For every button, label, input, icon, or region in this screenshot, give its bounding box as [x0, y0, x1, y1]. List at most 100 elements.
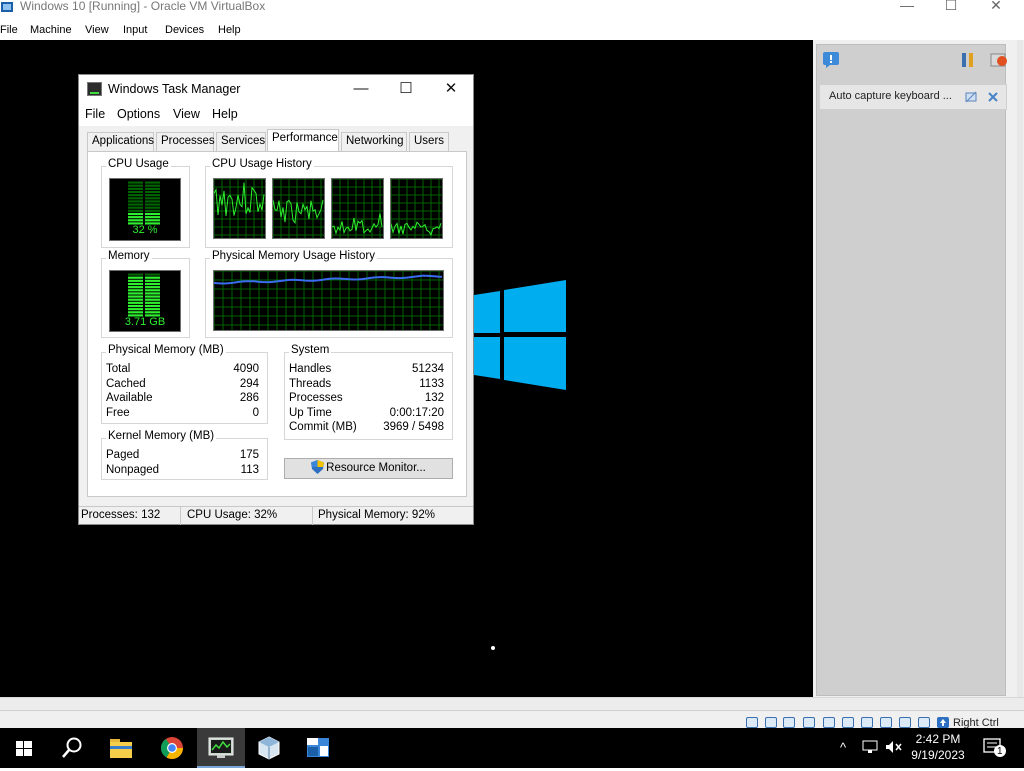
display-icon[interactable]	[861, 717, 873, 728]
vbox-menu-file[interactable]: File	[0, 24, 18, 36]
taskbar-file-explorer[interactable]	[98, 728, 146, 768]
mouse-integration-icon[interactable]	[918, 717, 930, 728]
vbox-titlebar: Windows 10 [Running] - Oracle VM Virtual…	[0, 0, 1024, 16]
taskbar-vm-window[interactable]	[294, 728, 342, 768]
physical-memory-total-value: 4090	[233, 363, 259, 375]
memory-meter-bars	[128, 273, 160, 317]
memory-label: Memory	[106, 250, 152, 262]
host-taskbar: ^ 2:42 PM 9/19/2023 1	[0, 728, 1024, 768]
cpu-meter-segment	[128, 187, 143, 190]
cpu-meter-segment	[145, 206, 160, 209]
tray-chevron-up-icon[interactable]: ^	[840, 740, 846, 755]
usb-icon[interactable]	[823, 717, 835, 728]
system-handles-value: 51234	[412, 363, 444, 375]
recording-icon[interactable]	[880, 717, 892, 728]
memory-meter-segment	[145, 295, 160, 298]
vbox-menu-view[interactable]: View	[85, 24, 109, 36]
cpu-history-graph-core-1	[213, 178, 266, 239]
physical-memory-free-value: 0	[252, 407, 259, 419]
system-group: System Handles 51234 Threads 1133 Proces…	[284, 344, 453, 440]
tab-applications[interactable]: Applications	[87, 132, 154, 151]
virtualization-icon[interactable]	[899, 717, 911, 728]
system-commit-label: Commit (MB)	[289, 421, 357, 433]
vbox-menubar: File Machine View Input Devices Help	[0, 20, 1024, 40]
vbox-close-button[interactable]: ✕	[973, 0, 1019, 15]
cpu-meter-segment	[145, 194, 160, 197]
tm-menu-options[interactable]: Options	[117, 107, 160, 121]
memory-meter-segment	[128, 304, 143, 308]
cpu-meter-bars	[128, 181, 160, 225]
do-not-show-icon[interactable]	[965, 91, 977, 103]
taskbar-virtualbox[interactable]	[245, 728, 293, 768]
memory-meter-segment	[128, 295, 143, 298]
memory-meter-segment	[128, 276, 143, 279]
resource-monitor-button[interactable]: Resource Monitor...	[284, 458, 453, 479]
memory-meter-segment	[128, 273, 143, 276]
memory-meter-segment	[128, 301, 143, 304]
tray-date: 9/19/2023	[911, 748, 965, 762]
shared-folders-icon[interactable]	[842, 717, 854, 728]
tm-menu-file[interactable]: File	[85, 107, 105, 121]
windows-logo-icon	[474, 280, 566, 390]
volume-muted-icon[interactable]	[885, 740, 903, 754]
vbox-menu-input[interactable]: Input	[123, 24, 147, 36]
memory-meter-segment	[145, 273, 160, 276]
task-manager-titlebar[interactable]: Windows Task Manager — ☐ ✕	[79, 75, 473, 104]
notification-center-icon[interactable]	[983, 738, 1007, 758]
vbox-menu-machine[interactable]: Machine	[30, 24, 72, 36]
task-manager-maximize-button[interactable]: ☐	[386, 78, 426, 100]
hard-disk-icon[interactable]	[746, 717, 758, 728]
close-notice-icon[interactable]	[987, 91, 999, 103]
tab-performance[interactable]: Performance	[267, 129, 339, 151]
system-threads-label: Threads	[289, 378, 332, 390]
kernel-memory-paged-label: Paged	[106, 449, 140, 461]
tab-services[interactable]: Services	[216, 132, 266, 151]
status-cpu-usage: CPU Usage: 32%	[187, 509, 278, 521]
memory-meter-segment	[128, 311, 143, 314]
kernel-memory-nonpaged-value: 113	[240, 464, 259, 476]
vbox-minimize-button[interactable]: —	[884, 0, 930, 15]
vbox-menu-devices[interactable]: Devices	[165, 24, 204, 36]
tab-users[interactable]: Users	[409, 132, 449, 151]
sort-icon[interactable]	[960, 52, 976, 68]
horizontal-scrollbar[interactable]	[0, 698, 1024, 711]
tab-networking[interactable]: Networking	[341, 132, 407, 151]
vbox-menu-help[interactable]: Help	[218, 24, 241, 36]
cpu-meter-segment	[145, 200, 160, 203]
side-panel-splitter[interactable]	[1017, 40, 1023, 700]
task-manager-minimize-button[interactable]: —	[341, 78, 381, 100]
physical-memory-available-label: Available	[106, 392, 153, 404]
network-icon[interactable]	[803, 717, 815, 728]
memory-meter-segment	[145, 292, 160, 295]
search-button[interactable]	[48, 728, 96, 768]
status-separator	[180, 507, 181, 525]
taskbar-task-manager[interactable]	[197, 728, 245, 768]
auto-capture-notice: Auto capture keyboard ...	[819, 84, 1007, 110]
start-button[interactable]	[0, 728, 48, 768]
task-manager-close-button[interactable]: ✕	[431, 78, 471, 100]
memory-meter-segment	[145, 276, 160, 279]
audio-icon[interactable]	[783, 717, 795, 728]
system-uptime-label: Up Time	[289, 407, 332, 419]
taskbar-chrome[interactable]	[148, 728, 196, 768]
task-manager-statusbar: Processes: 132 CPU Usage: 32% Physical M…	[79, 506, 473, 525]
physical-memory-cached-label: Cached	[106, 378, 146, 390]
tm-menu-view[interactable]: View	[173, 107, 200, 121]
cpu-meter-segment	[145, 190, 160, 194]
memory-value: 3.71 GB	[124, 316, 166, 328]
cpu-meter-segment	[145, 212, 160, 216]
task-manager-icon	[87, 82, 102, 96]
vbox-maximize-button[interactable]: ☐	[928, 0, 974, 15]
start-icon	[16, 741, 32, 756]
tab-processes[interactable]: Processes	[156, 132, 215, 151]
cpu-meter-segment	[128, 203, 143, 206]
tm-menu-help[interactable]: Help	[212, 107, 238, 121]
message-icon[interactable]	[822, 51, 840, 69]
optical-drive-icon[interactable]	[765, 717, 777, 728]
close-all-icon[interactable]	[990, 52, 1008, 68]
tray-clock[interactable]: 2:42 PM 9/19/2023	[910, 731, 966, 763]
network-tray-icon[interactable]	[862, 740, 878, 754]
vm-statusbar: Right Ctrl	[0, 697, 1024, 729]
auto-capture-text: Auto capture keyboard ...	[829, 90, 952, 102]
cpu-meter-segment	[145, 184, 160, 187]
